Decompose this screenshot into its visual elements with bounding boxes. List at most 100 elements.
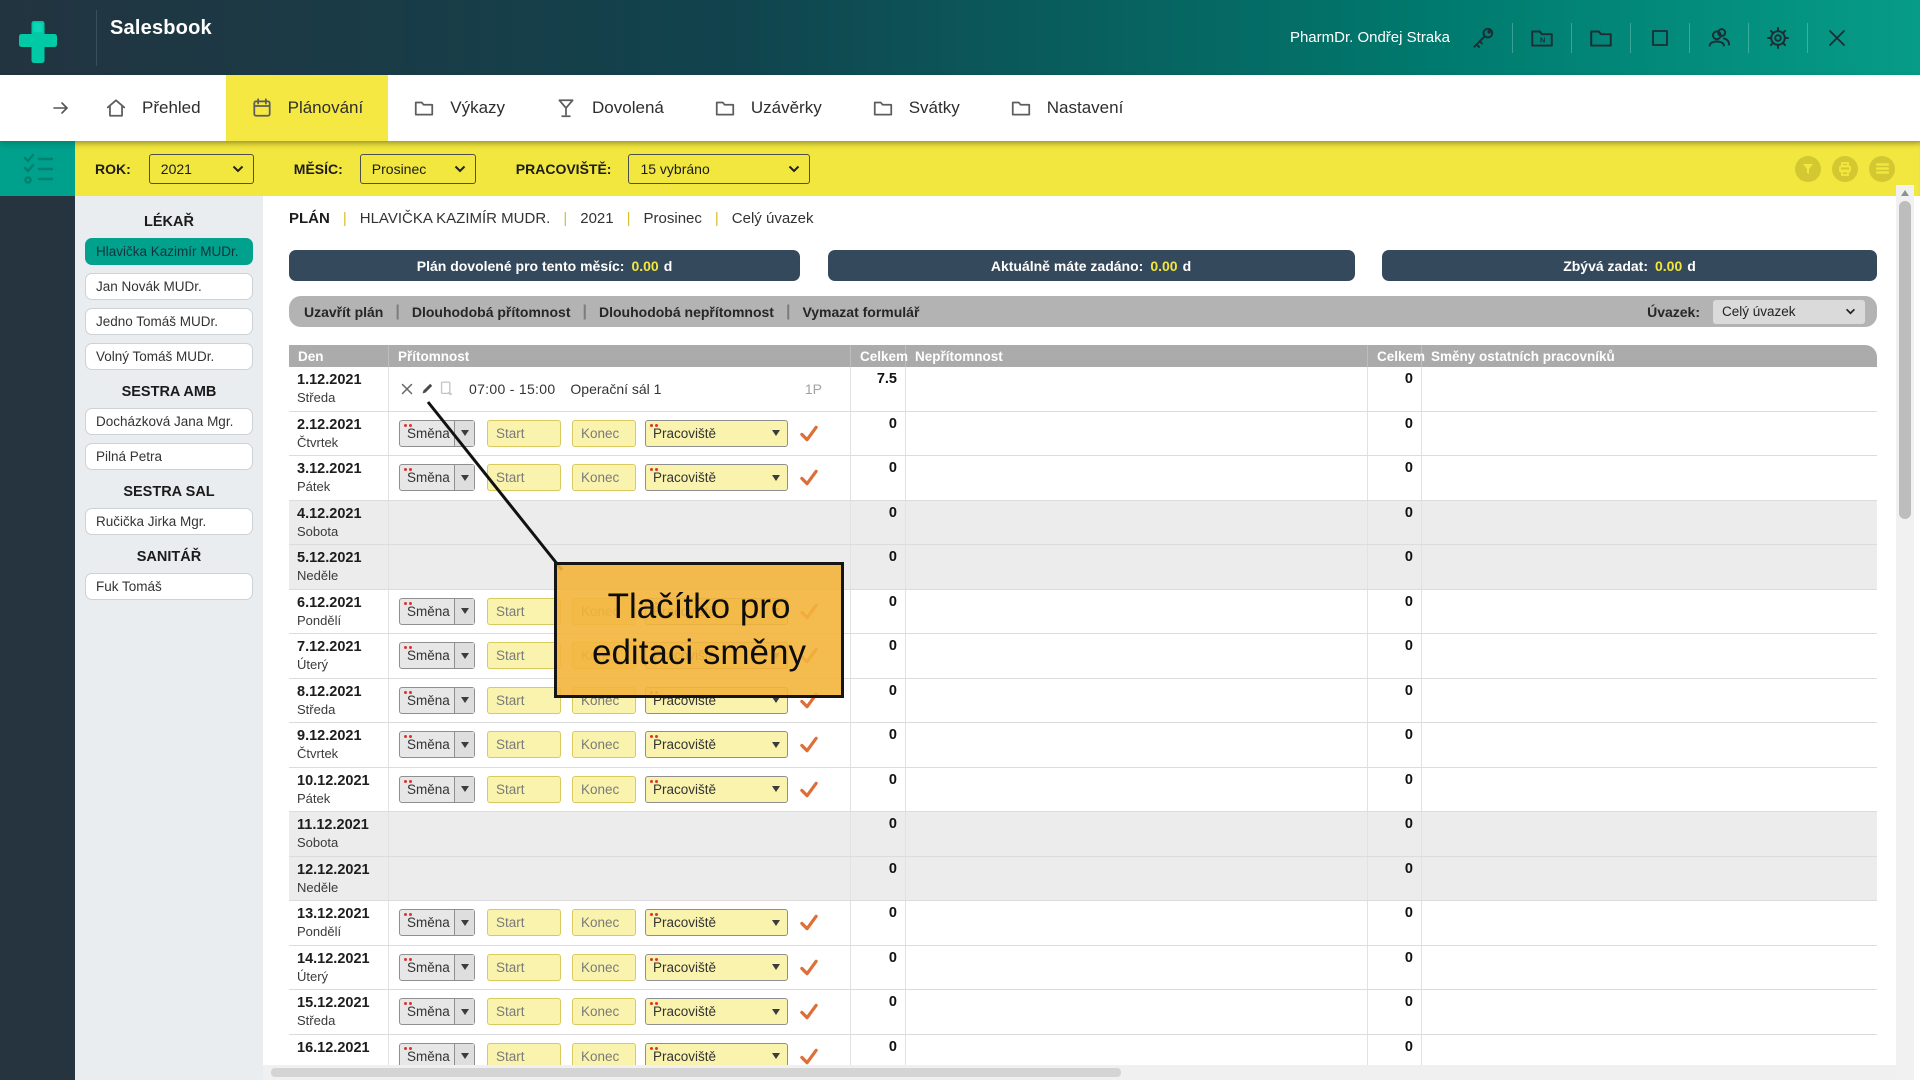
copy-shift-icon[interactable] <box>439 381 455 397</box>
confirm-check-icon[interactable] <box>799 1002 819 1021</box>
dropdown-triangle <box>461 964 469 970</box>
pracoviste-select[interactable]: Pracoviště <box>645 464 788 491</box>
pracoviste-select[interactable]: Pracoviště <box>645 731 788 758</box>
confirm-check-icon[interactable] <box>799 468 819 487</box>
users-icon[interactable] <box>1706 25 1732 51</box>
confirm-check-icon[interactable] <box>799 780 819 799</box>
smena-select[interactable]: Směna <box>399 909 475 936</box>
absent-total-cell: 0 <box>1368 367 1422 411</box>
folder-n-icon[interactable]: N <box>1529 25 1555 51</box>
pracoviste-select[interactable]: Pracoviště <box>645 998 788 1025</box>
tab-svatky[interactable]: Svátky <box>847 75 985 141</box>
close-icon[interactable] <box>1824 25 1850 51</box>
staff-item[interactable]: Jan Novák MUDr. <box>85 273 253 300</box>
breadcrumb-plan: PLÁN <box>289 210 330 227</box>
vertical-scroll-thumb[interactable] <box>1899 201 1911 519</box>
window-icon[interactable] <box>1647 25 1673 51</box>
start-input[interactable] <box>487 954 561 981</box>
others-shifts-cell <box>1422 946 1877 990</box>
staff-item[interactable]: Pilná Petra <box>85 443 253 470</box>
tab-nastaveni[interactable]: Nastavení <box>985 75 1149 141</box>
tab-label: Přehled <box>142 98 201 118</box>
nav-bar: Přehled Plánování Výkazy Dovolená Uzávěr… <box>0 75 1920 141</box>
rok-select[interactable]: 2021 <box>149 154 254 184</box>
smena-select[interactable]: Směna <box>399 776 475 803</box>
konec-input[interactable] <box>572 731 636 758</box>
checklist-panel-button[interactable] <box>0 141 75 196</box>
uvazek-select[interactable]: Celý úvazek <box>1713 300 1865 324</box>
tab-planovani[interactable]: Plánování <box>226 75 389 141</box>
longterm-absence-action[interactable]: Dlouhodobá nepřítomnost <box>599 304 774 320</box>
clear-form-action[interactable]: Vymazat formulář <box>802 304 919 320</box>
tab-label: Dovolená <box>592 98 664 118</box>
konec-input[interactable] <box>572 954 636 981</box>
smena-select[interactable]: Směna <box>399 420 475 447</box>
start-input[interactable] <box>487 464 561 491</box>
staff-item[interactable]: Jedno Tomáš MUDr. <box>85 308 253 335</box>
row-date: 12.12.2021 <box>297 862 380 878</box>
smena-select[interactable]: Směna <box>399 731 475 758</box>
close-plan-action[interactable]: Uzavřít plán <box>304 304 383 320</box>
konec-input[interactable] <box>572 776 636 803</box>
col-celkem-2: Celkem <box>1368 345 1422 367</box>
breadcrumb-separator: | <box>715 210 719 227</box>
breadcrumb-contract: Celý úvazek <box>732 210 814 227</box>
vertical-scrollbar[interactable] <box>1896 185 1914 1080</box>
konec-input[interactable] <box>572 420 636 447</box>
toolbar-separator: | <box>395 303 399 321</box>
start-input[interactable] <box>487 731 561 758</box>
pracoviste-select[interactable]: Pracoviště <box>645 954 788 981</box>
expand-arrow-icon[interactable] <box>52 99 70 117</box>
pracoviste-select[interactable]: Pracoviště <box>645 909 788 936</box>
start-input[interactable] <box>487 998 561 1025</box>
pracoviste-select[interactable]: 15 vybráno <box>628 154 810 184</box>
edit-shift-icon[interactable] <box>419 381 435 397</box>
smena-select[interactable]: Směna <box>399 464 475 491</box>
konec-input[interactable] <box>572 464 636 491</box>
start-input[interactable] <box>487 598 561 625</box>
horizontal-scrollbar[interactable] <box>263 1065 1896 1080</box>
confirm-check-icon[interactable] <box>799 958 819 977</box>
smena-select[interactable]: Směna <box>399 954 475 981</box>
tab-uzaverky[interactable]: Uzávěrky <box>689 75 847 141</box>
scroll-up-arrow-icon[interactable] <box>1901 190 1909 196</box>
tab-vykazy[interactable]: Výkazy <box>388 75 530 141</box>
tab-prehled[interactable]: Přehled <box>80 75 226 141</box>
confirm-check-icon[interactable] <box>799 735 819 754</box>
required-marker <box>650 958 653 961</box>
gear-icon[interactable] <box>1765 25 1791 51</box>
tab-dovolena[interactable]: Dovolená <box>530 75 689 141</box>
pracoviste-select[interactable]: Pracoviště <box>645 420 788 447</box>
key-icon[interactable] <box>1470 25 1496 51</box>
start-input[interactable] <box>487 776 561 803</box>
horizontal-scroll-thumb[interactable] <box>271 1068 1121 1077</box>
print-button[interactable] <box>1832 156 1858 182</box>
smena-select[interactable]: Směna <box>399 998 475 1025</box>
smena-select[interactable]: Směna <box>399 687 475 714</box>
smena-select-label: Směna <box>400 782 454 797</box>
staff-item[interactable]: Volný Tomáš MUDr. <box>85 343 253 370</box>
folder-icon[interactable] <box>1588 25 1614 51</box>
smena-select[interactable]: Směna <box>399 642 475 669</box>
confirm-check-icon[interactable] <box>799 913 819 932</box>
start-input[interactable] <box>487 642 561 669</box>
longterm-presence-action[interactable]: Dlouhodobá přítomnost <box>412 304 571 320</box>
mesic-select[interactable]: Prosinec <box>360 154 476 184</box>
delete-shift-icon[interactable] <box>399 381 415 397</box>
start-input[interactable] <box>487 909 561 936</box>
menu-button[interactable] <box>1869 156 1895 182</box>
pracoviste-select[interactable]: Pracoviště <box>645 776 788 803</box>
filter-funnel-button[interactable] <box>1795 156 1821 182</box>
staff-item[interactable]: Docházková Jana Mgr. <box>85 408 253 435</box>
staff-item[interactable]: Fuk Tomáš <box>85 573 253 600</box>
staff-item[interactable]: Hlavička Kazimír MUDr. <box>85 238 253 265</box>
start-input[interactable] <box>487 420 561 447</box>
smena-select[interactable]: Směna <box>399 598 475 625</box>
staff-item[interactable]: Ručička Jirka Mgr. <box>85 508 253 535</box>
start-input[interactable] <box>487 687 561 714</box>
confirm-check-icon[interactable] <box>799 1047 819 1066</box>
konec-input[interactable] <box>572 909 636 936</box>
konec-input[interactable] <box>572 998 636 1025</box>
confirm-check-icon[interactable] <box>799 424 819 443</box>
others-shifts-cell <box>1422 456 1877 500</box>
